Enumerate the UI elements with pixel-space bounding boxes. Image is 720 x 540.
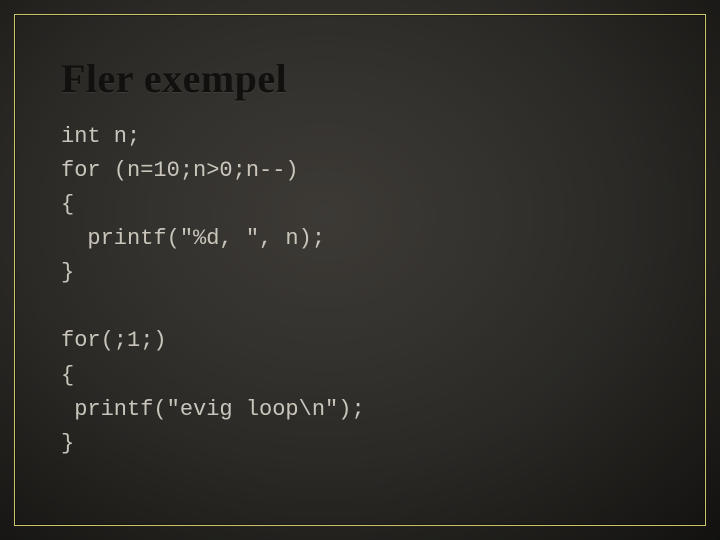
code-block-1: int n; for (n=10;n>0;n--) { printf("%d, … [61, 120, 659, 290]
slide-content: Fler exempel int n; for (n=10;n>0;n--) {… [15, 15, 705, 461]
slide-frame: Fler exempel int n; for (n=10;n>0;n--) {… [14, 14, 706, 526]
slide-title: Fler exempel [61, 55, 659, 102]
code-block-2: for(;1;) { printf("evig loop\n"); } [61, 324, 659, 460]
code-spacer [61, 290, 659, 324]
